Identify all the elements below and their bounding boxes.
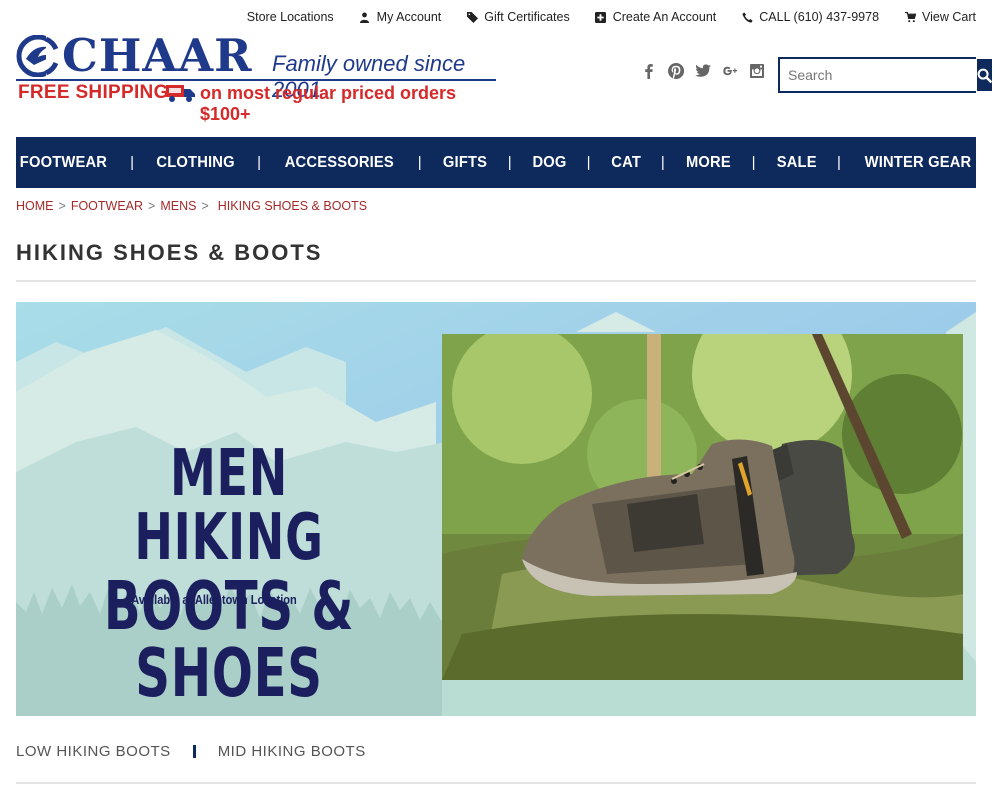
search-button[interactable]	[977, 59, 992, 91]
google-plus-icon[interactable]	[721, 62, 738, 79]
nav-item-more[interactable]: MORE	[668, 154, 748, 172]
social-links	[640, 62, 765, 79]
gift-certificates-link[interactable]: Gift Certificates	[466, 10, 570, 24]
call-label: CALL (610) 437-9978	[759, 10, 880, 24]
breadcrumb-separator: >	[58, 199, 66, 213]
breadcrumb: HOME > FOOTWEAR > MENS > HIKING SHOES & …	[16, 199, 367, 213]
category-banner[interactable]: MEN HIKING BOOTS & SHOES Available at Al…	[16, 302, 976, 716]
main-nav: FOOTWEAR | CLOTHING | ACCESSORIES | GIFT…	[16, 137, 976, 188]
breadcrumb-mens[interactable]: MENS	[160, 199, 196, 213]
store-locations-label: Store Locations	[246, 10, 334, 24]
cart-icon	[904, 11, 916, 23]
nav-item-accessories[interactable]: ACCESSORIES	[267, 154, 411, 172]
nav-item-sale[interactable]: SALE	[759, 154, 834, 172]
search-icon	[977, 68, 992, 83]
nav-separator: |	[130, 154, 134, 171]
logo-wordmark: CHAAR	[62, 29, 253, 82]
banner-subtext: Available at Allentown Location	[131, 592, 297, 607]
instagram-icon[interactable]	[748, 62, 765, 79]
nav-item-winter-gear[interactable]: WINTER GEAR	[847, 154, 989, 172]
nav-item-gifts[interactable]: GIFTS	[425, 154, 504, 172]
utility-bar: Store Locations My Account Gift Certific…	[247, 8, 976, 26]
nav-item-dog[interactable]: DOG	[515, 154, 584, 172]
gift-certificates-label: Gift Certificates	[484, 10, 570, 24]
title-divider	[16, 280, 976, 282]
search-box	[778, 57, 992, 93]
facebook-icon[interactable]	[640, 62, 657, 79]
breadcrumb-separator: >	[201, 199, 209, 213]
bird-logo-icon	[16, 35, 60, 77]
banner-heading-line1: MEN HIKING	[134, 437, 324, 575]
user-icon	[359, 11, 371, 23]
breadcrumb-current[interactable]: HIKING SHOES & BOOTS	[218, 199, 367, 213]
nav-item-footwear[interactable]: FOOTWEAR	[2, 154, 124, 172]
nav-separator: |	[257, 154, 262, 171]
banner-heading: MEN HIKING BOOTS & SHOES	[16, 442, 442, 707]
view-cart-label: View Cart	[922, 10, 976, 24]
twitter-icon[interactable]	[694, 62, 711, 79]
my-account-label: My Account	[376, 10, 442, 24]
subcategory-mid-hiking-boots[interactable]: MID HIKING BOOTS	[218, 743, 366, 760]
section-divider	[16, 782, 976, 784]
logo-divider	[16, 79, 496, 81]
create-account-label: Create An Account	[612, 10, 717, 24]
view-cart-link[interactable]: View Cart	[904, 10, 976, 24]
nav-separator: |	[751, 154, 756, 171]
hiking-boots-photo	[442, 334, 963, 680]
breadcrumb-footwear[interactable]: FOOTWEAR	[71, 199, 143, 213]
store-locations-link[interactable]: Store Locations	[247, 10, 334, 24]
breadcrumb-home[interactable]: HOME	[16, 199, 54, 213]
site-logo[interactable]: CHAAR Family owned since 2001 FREE SHIPP…	[16, 29, 501, 124]
pinterest-icon[interactable]	[667, 62, 684, 79]
free-shipping-label: FREE SHIPPING	[18, 82, 169, 103]
create-account-link[interactable]: Create An Account	[595, 10, 717, 24]
nav-item-clothing[interactable]: CLOTHING	[139, 154, 252, 172]
nav-separator: |	[417, 154, 422, 171]
my-account-link[interactable]: My Account	[359, 10, 442, 24]
subcategory-separator	[192, 745, 196, 758]
nav-separator: |	[660, 154, 665, 171]
search-input[interactable]	[780, 59, 977, 91]
page-title: HIKING SHOES & BOOTS	[16, 240, 323, 265]
subcategory-low-hiking-boots[interactable]: LOW HIKING BOOTS	[16, 743, 171, 760]
nav-separator: |	[586, 154, 591, 171]
nav-separator: |	[507, 154, 512, 171]
truck-icon	[166, 85, 195, 102]
subcategory-links: LOW HIKING BOOTS MID HIKING BOOTS	[16, 743, 366, 760]
phone-icon	[741, 11, 753, 23]
tag-icon	[466, 11, 478, 23]
nav-item-cat[interactable]: CAT	[593, 154, 658, 172]
plus-square-icon	[595, 11, 607, 23]
nav-separator: |	[836, 154, 841, 171]
breadcrumb-separator: >	[148, 199, 156, 213]
call-link[interactable]: CALL (610) 437-9978	[741, 10, 879, 24]
shipping-condition-label: on most regular priced orders $100+	[200, 83, 457, 124]
